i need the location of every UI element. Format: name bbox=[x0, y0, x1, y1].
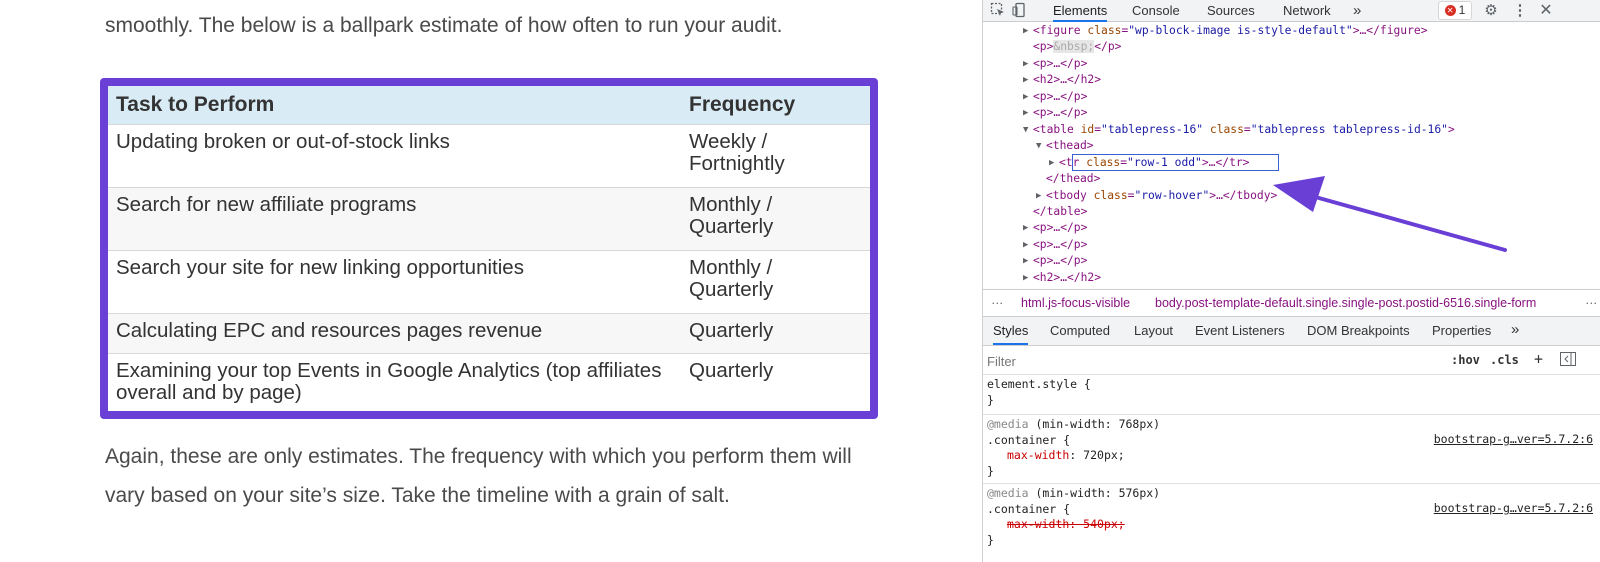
inspect-icon[interactable] bbox=[989, 2, 1007, 20]
tab-event-listeners[interactable]: Event Listeners bbox=[1195, 323, 1285, 338]
expand-triangle-icon[interactable]: ▶ bbox=[1049, 155, 1059, 171]
frequency-cell: Monthly / Quarterly bbox=[681, 249, 870, 313]
kebab-menu-icon[interactable]: ⋮ bbox=[1511, 2, 1529, 20]
expand-triangle-icon[interactable]: ▶ bbox=[1036, 188, 1046, 204]
breadcrumb: … html.js-focus-visible body.post-templa… bbox=[983, 289, 1600, 317]
task-cell: Updating broken or out-of-stock links bbox=[108, 123, 681, 187]
header-frequency: Frequency bbox=[681, 86, 870, 124]
frequency-cell: Weekly / Fortnightly bbox=[681, 123, 870, 187]
expand-triangle-icon[interactable]: ▶ bbox=[1023, 89, 1033, 105]
dom-node-p[interactable]: ▶ <p>…</p> bbox=[1023, 253, 1087, 269]
expand-triangle-icon[interactable]: ▶ bbox=[1023, 253, 1033, 269]
article-content: smoothly. The below is a ballpark estima… bbox=[0, 0, 980, 562]
breadcrumb-overflow-icon[interactable]: … bbox=[991, 290, 1004, 314]
dom-node-p[interactable]: <p>&nbsp;</p> bbox=[1033, 39, 1121, 55]
outro-paragraph: Again, these are only estimates. The fre… bbox=[105, 445, 852, 507]
dom-node-tbody[interactable]: ▶ <tbody class="row-hover">…</tbody> bbox=[1036, 188, 1277, 204]
collapse-triangle-icon[interactable]: ▼ bbox=[1023, 122, 1033, 138]
task-cell: Search for new affiliate programs bbox=[108, 186, 681, 250]
expand-triangle-icon[interactable]: ▶ bbox=[1023, 220, 1033, 236]
task-cell: Calculating EPC and resources pages reve… bbox=[108, 312, 681, 353]
audit-frequency-table: Task to Perform Frequency Updating broke… bbox=[108, 86, 870, 411]
cls-toggle-button[interactable]: .cls bbox=[1490, 353, 1519, 367]
error-count-badge[interactable]: ✕ 1 bbox=[1438, 1, 1472, 20]
tab-network[interactable]: Network bbox=[1283, 2, 1331, 22]
device-toolbar-icon[interactable] bbox=[1011, 2, 1029, 20]
more-tabs-icon[interactable]: » bbox=[1353, 2, 1361, 22]
expand-triangle-icon[interactable]: ▶ bbox=[1023, 72, 1033, 88]
tab-sources[interactable]: Sources bbox=[1207, 2, 1255, 22]
styles-pane: element.style { } @media (min-width: 768… bbox=[983, 376, 1600, 562]
expand-triangle-icon[interactable]: ▶ bbox=[1023, 23, 1033, 39]
expand-triangle-icon[interactable]: ▶ bbox=[1023, 56, 1033, 72]
style-rule-container-576[interactable]: @media (min-width: 576px) .container { m… bbox=[987, 486, 1597, 548]
tab-elements[interactable]: Elements bbox=[1053, 2, 1108, 22]
close-icon[interactable]: ✕ bbox=[1537, 2, 1555, 20]
stylesheet-source-link[interactable]: bootstrap-g…ver=5.7.2:6 bbox=[1434, 432, 1593, 448]
table-row: Search for new affiliate programs Monthl… bbox=[108, 186, 870, 250]
dom-node-p[interactable]: ▶ <p>…</p> bbox=[1023, 89, 1087, 105]
styles-subtabs: Styles Computed Layout Event Listeners D… bbox=[983, 317, 1600, 346]
annotation-arrow bbox=[1273, 176, 1507, 252]
hov-toggle-button[interactable]: :hov bbox=[1451, 353, 1480, 367]
task-cell: Search your site for new linking opportu… bbox=[108, 249, 681, 313]
new-style-rule-button[interactable]: + bbox=[1534, 350, 1543, 368]
expand-triangle-icon[interactable]: ▶ bbox=[1023, 270, 1033, 286]
frequency-cell: Monthly / Quarterly bbox=[681, 186, 870, 250]
header-task: Task to Perform bbox=[108, 86, 681, 124]
error-icon: ✕ bbox=[1444, 5, 1456, 17]
table-header-row: Task to Perform Frequency bbox=[108, 86, 870, 124]
dom-node-thead-close[interactable]: </thead> bbox=[1046, 171, 1100, 187]
dom-node-p[interactable]: ▶ <p>…</p> bbox=[1023, 220, 1087, 236]
dom-node-figure[interactable]: ▶ <figure class="wp-block-image is-style-… bbox=[1023, 23, 1428, 39]
table-row: Examining your top Events in Google Anal… bbox=[108, 352, 870, 411]
table-row: Search your site for new linking opportu… bbox=[108, 249, 870, 313]
dom-node-table[interactable]: ▼ <table id="tablepress-16" class="tablep… bbox=[1023, 122, 1455, 138]
dom-node-table-close[interactable]: </table> bbox=[1033, 204, 1087, 220]
styles-filter-bar: :hov .cls + bbox=[983, 347, 1600, 375]
tab-computed[interactable]: Computed bbox=[1050, 323, 1110, 338]
intro-paragraph: smoothly. The below is a ballpark estima… bbox=[105, 14, 783, 37]
dom-node-thead[interactable]: ▼ <thead> bbox=[1036, 138, 1094, 154]
frequency-cell: Quarterly bbox=[681, 312, 870, 353]
dom-node-p[interactable]: ▶ <p>…</p> bbox=[1023, 56, 1087, 72]
gear-icon[interactable]: ⚙ bbox=[1482, 2, 1500, 20]
collapse-triangle-icon[interactable]: ▼ bbox=[1036, 138, 1046, 154]
stylesheet-source-link[interactable]: bootstrap-g…ver=5.7.2:6 bbox=[1434, 501, 1593, 517]
styles-filter-input[interactable] bbox=[987, 350, 1437, 372]
tab-properties[interactable]: Properties bbox=[1432, 323, 1491, 338]
task-cell: Examining your top Events in Google Anal… bbox=[108, 352, 681, 411]
style-rule-element[interactable]: element.style { } bbox=[987, 377, 1597, 408]
frequency-table-highlight: Task to Perform Frequency Updating broke… bbox=[100, 78, 878, 419]
table-row: Calculating EPC and resources pages reve… bbox=[108, 312, 870, 353]
dom-node-p[interactable]: ▶ <p>…</p> bbox=[1023, 105, 1087, 121]
breadcrumb-item-html[interactable]: html.js-focus-visible bbox=[1021, 290, 1130, 316]
toggle-sidebar-icon[interactable] bbox=[1560, 352, 1576, 369]
breadcrumb-overflow-icon[interactable]: … bbox=[1581, 290, 1598, 314]
tab-dom-breakpoints[interactable]: DOM Breakpoints bbox=[1307, 323, 1410, 338]
more-tabs-icon[interactable]: » bbox=[1511, 321, 1519, 338]
frequency-cell: Quarterly bbox=[681, 352, 870, 411]
table-row: Updating broken or out-of-stock links We… bbox=[108, 123, 870, 187]
dom-node-h2[interactable]: ▶ <h2>…</h2> bbox=[1023, 270, 1101, 286]
dom-node-h2[interactable]: ▶ <h2>…</h2> bbox=[1023, 72, 1101, 88]
tab-styles[interactable]: Styles bbox=[993, 323, 1029, 345]
expand-triangle-icon[interactable]: ▶ bbox=[1023, 237, 1033, 253]
devtools-toolbar: Elements Console Sources Network » ✕ 1 ⚙ … bbox=[983, 0, 1600, 22]
tab-console[interactable]: Console bbox=[1132, 2, 1180, 22]
expand-triangle-icon[interactable]: ▶ bbox=[1023, 105, 1033, 121]
selected-node-highlight bbox=[1072, 154, 1279, 171]
style-rule-container-768[interactable]: @media (min-width: 768px) .container { m… bbox=[987, 417, 1597, 479]
tab-layout[interactable]: Layout bbox=[1134, 323, 1173, 338]
dom-node-p[interactable]: ▶ <p>…</p> bbox=[1023, 237, 1087, 253]
breadcrumb-item-body[interactable]: body.post-template-default.single.single… bbox=[1155, 290, 1536, 316]
dom-tree: ▶ <figure class="wp-block-image is-style-… bbox=[983, 23, 1600, 289]
devtools-panel: Elements Console Sources Network » ✕ 1 ⚙ … bbox=[982, 0, 1600, 562]
